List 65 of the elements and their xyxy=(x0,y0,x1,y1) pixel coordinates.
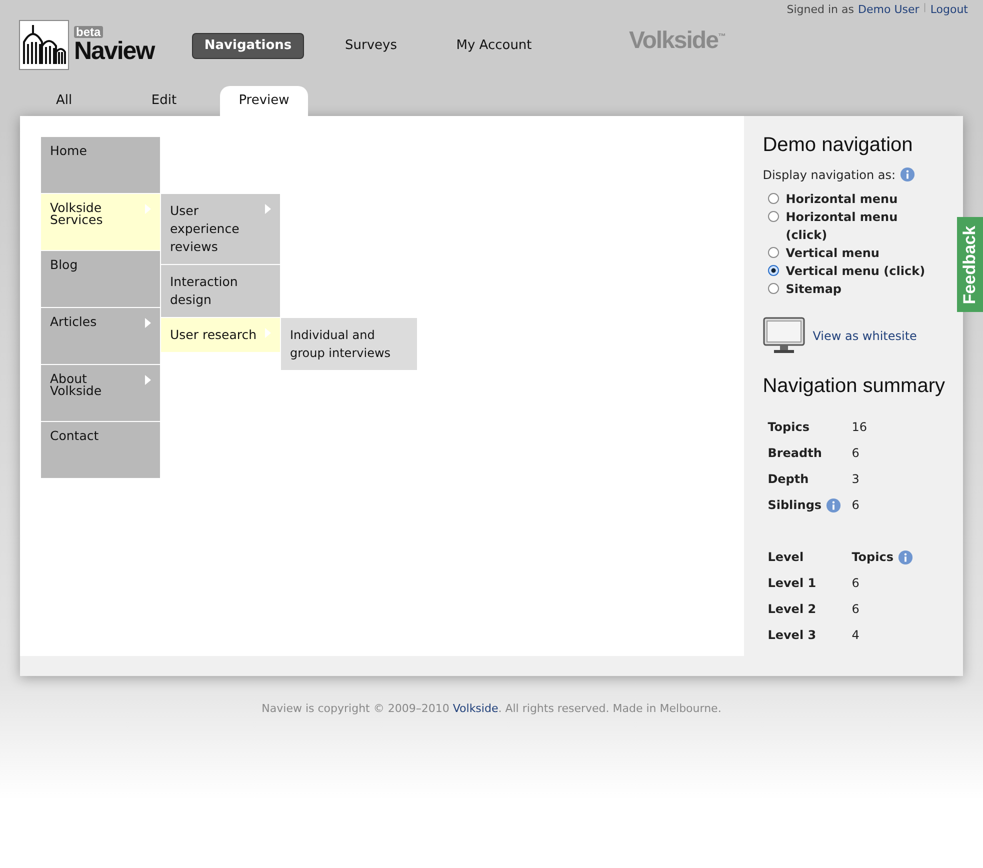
menu-item[interactable]: Volkside Services xyxy=(41,194,160,250)
column-header: Level xyxy=(768,549,805,565)
radio-label[interactable]: Vertical menu xyxy=(786,244,926,262)
submenu-arrow-icon xyxy=(265,204,271,214)
radio-button[interactable] xyxy=(768,193,779,204)
column-header: Topics xyxy=(852,549,894,565)
radio-label[interactable]: Vertical menu (click) xyxy=(786,262,926,280)
menu-item[interactable]: User experience reviews xyxy=(161,194,280,264)
info-icon[interactable] xyxy=(826,498,841,512)
main-nav-link[interactable]: Navigations xyxy=(193,34,303,58)
menu-item[interactable]: User research xyxy=(161,318,280,352)
radio-button[interactable] xyxy=(768,211,779,222)
volkside-link[interactable]: Volkside xyxy=(452,702,498,715)
level-value: 6 xyxy=(852,601,860,617)
partner-logo: Volkside$^{™}$ xyxy=(629,26,726,54)
summary-value: 6 xyxy=(852,497,860,513)
monitor-icon[interactable] xyxy=(762,317,805,355)
menu-item[interactable]: Articles xyxy=(41,308,160,364)
menu-item[interactable]: Home xyxy=(41,137,160,193)
signed-in-label: Signed in as xyxy=(786,3,854,17)
menu-item[interactable]: Individual and group interviews xyxy=(281,318,417,370)
summary-value: 6 xyxy=(852,445,860,461)
info-icon[interactable] xyxy=(898,550,912,564)
menu-item[interactable]: Interaction design xyxy=(161,265,280,317)
view-tab[interactable]: Edit xyxy=(120,86,208,116)
menu-item[interactable]: About Volkside xyxy=(41,365,160,421)
summary-value: 16 xyxy=(852,419,867,435)
submenu-arrow-icon xyxy=(265,328,271,338)
info-icon[interactable] xyxy=(900,167,915,182)
user-link[interactable]: Demo User xyxy=(858,3,920,17)
footer-text: Naview is copyright © 2009–2010 Volkside. All rights reserved. Made in Melbourne. xyxy=(260,702,722,715)
level-label: Level 1 xyxy=(768,575,818,591)
view-tab[interactable]: All xyxy=(20,86,108,116)
radio-button[interactable] xyxy=(768,247,779,258)
level-value: 4 xyxy=(852,627,860,643)
radio-button[interactable] xyxy=(768,265,779,276)
submenu-arrow-icon xyxy=(145,204,151,214)
level-value: 6 xyxy=(852,575,860,591)
radio-label[interactable]: Horizontal menu xyxy=(786,190,926,208)
menu-item[interactable]: Blog xyxy=(41,251,160,307)
separator-text: | xyxy=(923,3,926,15)
summary-label: Siblings xyxy=(768,497,822,513)
level-label: Level 3 xyxy=(768,627,818,643)
radio-label[interactable]: Horizontal menu (click) xyxy=(786,208,926,244)
summary-value: 3 xyxy=(852,471,860,487)
summary-label: Topics xyxy=(768,419,810,435)
sidebar-title: Demo navigation xyxy=(762,134,914,157)
app-name: Naview xyxy=(74,38,156,64)
logout-link[interactable]: Logout xyxy=(930,3,968,17)
domes-logo-icon[interactable] xyxy=(19,20,69,70)
main-nav-link[interactable]: My Account xyxy=(439,34,549,58)
main-nav-link[interactable]: Surveys xyxy=(316,34,426,58)
level-label: Level 2 xyxy=(768,601,818,617)
whitesite-link[interactable]: View as whitesite xyxy=(812,329,917,343)
view-tab[interactable]: Preview xyxy=(220,86,308,116)
menu-item[interactable]: Contact xyxy=(41,422,160,478)
summary-title: Navigation summary xyxy=(762,375,945,398)
submenu-arrow-icon xyxy=(145,375,151,385)
radio-button[interactable] xyxy=(768,283,779,294)
summary-label: Depth xyxy=(768,471,809,487)
radio-label[interactable]: Sitemap xyxy=(786,280,926,298)
display-label: Display navigation as: xyxy=(762,168,896,182)
submenu-arrow-icon xyxy=(145,318,151,328)
summary-label: Breadth xyxy=(768,445,822,461)
beta-badge: beta xyxy=(74,26,103,38)
